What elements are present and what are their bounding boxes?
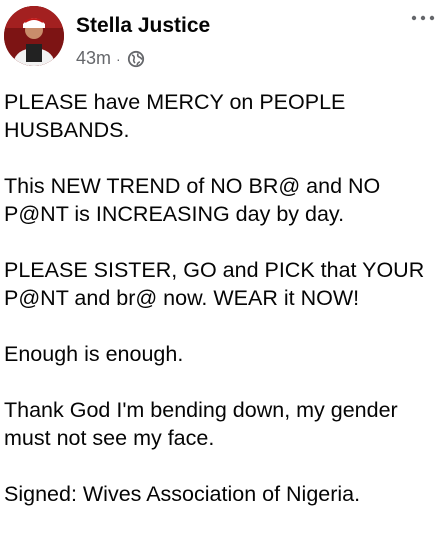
post-paragraph: PLEASE SISTER, GO and PICK that YOUR P@N… <box>4 258 425 310</box>
avatar[interactable] <box>4 6 64 66</box>
globe-icon[interactable] <box>127 50 145 68</box>
more-options-button[interactable] <box>406 8 440 28</box>
post-paragraph: This NEW TREND of NO BR@ and NO P@NT is … <box>4 174 381 226</box>
more-options-icon <box>411 15 435 21</box>
post-paragraph: Enough is enough. <box>4 342 184 366</box>
post-paragraph: Signed: Wives Association of Nigeria. <box>4 482 361 506</box>
avatar-image <box>4 6 64 66</box>
post-time[interactable]: 43m <box>76 48 111 69</box>
post-header: Stella Justice 43m · <box>0 0 446 80</box>
author-name[interactable]: Stella Justice <box>76 14 210 38</box>
post-body: PLEASE have MERCY on PEOPLE HUSBANDS. Th… <box>4 88 444 508</box>
post-paragraph: Thank God I'm bending down, my gender mu… <box>4 398 398 450</box>
post-meta: 43m · <box>76 48 145 69</box>
post-paragraph: PLEASE have MERCY on PEOPLE HUSBANDS. <box>4 90 346 142</box>
meta-separator: · <box>116 50 121 67</box>
